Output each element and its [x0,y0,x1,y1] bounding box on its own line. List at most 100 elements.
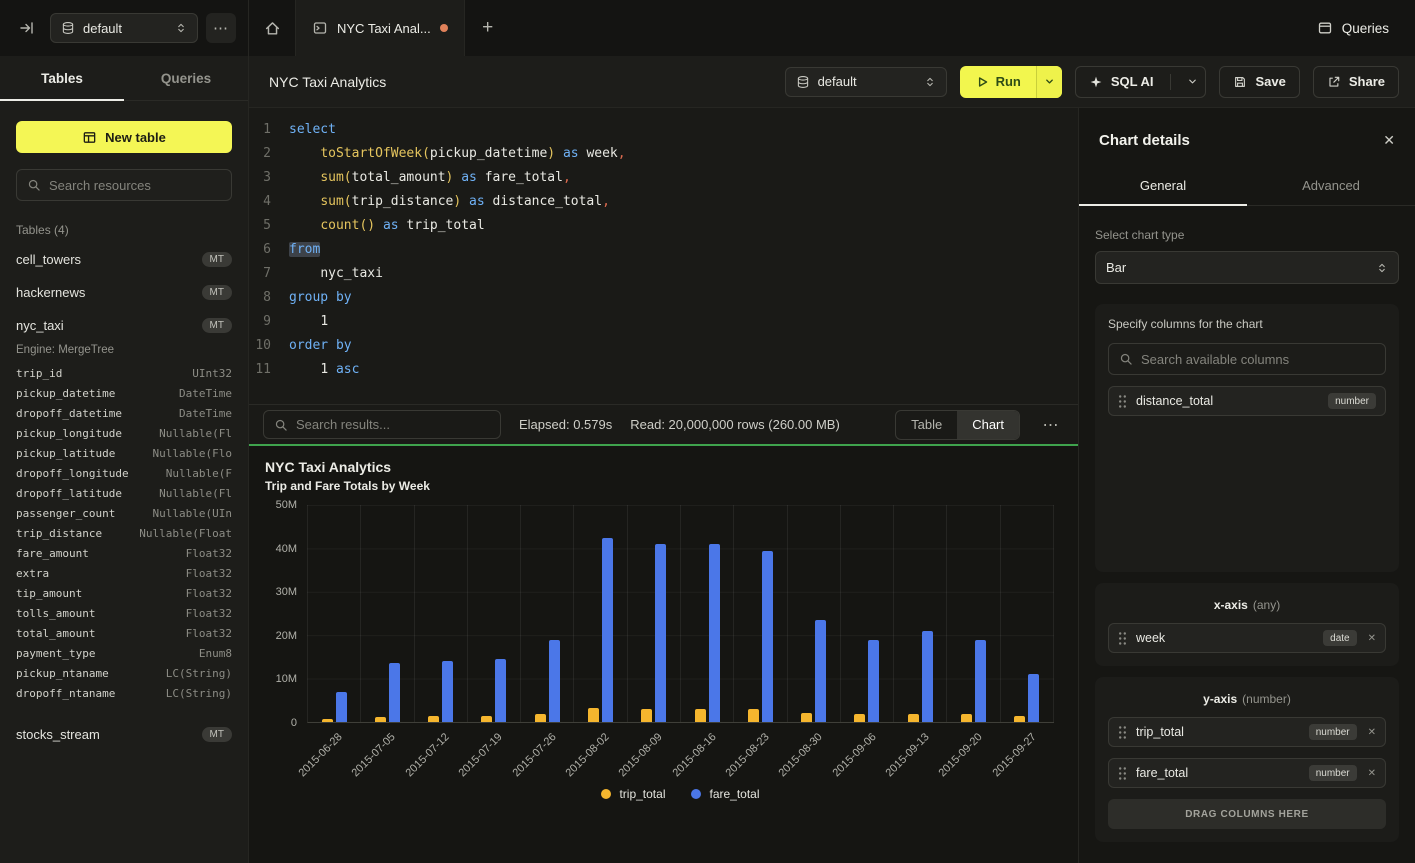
bar-trip_total[interactable] [535,714,546,722]
table-column[interactable]: tip_amountFloat32 [16,584,232,604]
table-column[interactable]: passenger_countNullable(UIn [16,504,232,524]
table-column[interactable]: dropoff_datetimeDateTime [16,404,232,424]
view-table-button[interactable]: Table [896,411,957,439]
database-selector[interactable]: default [50,13,198,43]
chart-body: 010M20M30M40M50M 2015-06-282015-07-05201… [265,505,1054,801]
table-column[interactable]: dropoff_longitudeNullable(F [16,464,232,484]
more-options-button[interactable]: ⋯ [206,13,236,43]
sql-ai-options-button[interactable] [1179,67,1205,97]
table-row-cell_towers[interactable]: cell_towersMT [16,243,232,276]
remove-column-icon[interactable]: ✕ [1368,727,1376,738]
engine-badge: MT [202,727,232,742]
bar-fare_total[interactable] [709,544,720,722]
x-axis-label: 2015-08-16 [670,731,718,779]
table-column[interactable]: pickup_latitudeNullable(Flo [16,444,232,464]
run-options-button[interactable] [1036,66,1062,98]
sql-ai-button[interactable]: SQL AI [1076,67,1163,97]
table-row-hackernews[interactable]: hackernewsMT [16,276,232,309]
new-table-button[interactable]: New table [16,121,232,153]
drop-zone[interactable]: DRAG COLUMNS HERE [1108,799,1386,829]
tab-general[interactable]: General [1079,167,1247,206]
legend-item-trip_total[interactable]: trip_total [601,787,665,801]
table-column[interactable]: fare_amountFloat32 [16,544,232,564]
legend-item-fare_total[interactable]: fare_total [691,787,759,801]
home-button[interactable] [249,0,295,56]
drag-handle-icon[interactable] [1118,725,1127,740]
table-column[interactable]: trip_idUInt32 [16,364,232,384]
table-row-stocks_stream[interactable]: stocks_streamMT [16,718,232,751]
bar-trip_total[interactable] [375,717,386,722]
tab-queries[interactable]: Queries [124,56,248,101]
bar-fare_total[interactable] [1028,674,1039,722]
bar-fare_total[interactable] [495,659,506,722]
bar-trip_total[interactable] [322,719,333,722]
y-axis-chip-fare_total[interactable]: fare_totalnumber✕ [1108,758,1386,788]
table-column[interactable]: payment_typeEnum8 [16,644,232,664]
bar-trip_total[interactable] [481,716,492,722]
bar-trip_total[interactable] [1014,716,1025,722]
table-column[interactable]: trip_distanceNullable(Float [16,524,232,544]
remove-column-icon[interactable]: ✕ [1368,633,1376,644]
bar-fare_total[interactable] [975,640,986,722]
bar-trip_total[interactable] [695,709,706,722]
bar-fare_total[interactable] [549,640,560,722]
queries-button[interactable]: Queries [1317,20,1389,36]
bar-fare_total[interactable] [602,538,613,722]
bar-trip_total[interactable] [641,709,652,722]
view-toggle: Table Chart [895,410,1020,440]
run-button[interactable]: Run [960,66,1036,98]
database-selector-toolbar[interactable]: default [785,67,947,97]
table-column[interactable]: dropoff_latitudeNullable(Fl [16,484,232,504]
bar-fare_total[interactable] [762,551,773,722]
table-column[interactable]: dropoff_ntanameLC(String) [16,684,232,704]
bar-fare_total[interactable] [655,544,666,722]
x-axis-chip-week[interactable]: weekdate✕ [1108,623,1386,653]
results-more-button[interactable]: ⋯ [1038,410,1064,440]
table-column[interactable]: total_amountFloat32 [16,624,232,644]
save-button[interactable]: Save [1219,66,1299,98]
bar-trip_total[interactable] [428,716,439,722]
bar-trip_total[interactable] [801,713,812,722]
collapse-sidebar-button[interactable] [12,13,42,43]
bar-trip_total[interactable] [908,714,919,722]
y-axis-label: 40M [276,543,297,555]
bar-trip_total[interactable] [588,708,599,722]
bar-trip_total[interactable] [854,714,865,722]
drag-handle-icon[interactable] [1118,631,1127,646]
sql-editor[interactable]: 1select2 toStartOfWeek(pickup_datetime) … [249,108,1078,404]
bar-trip_total[interactable] [961,714,972,722]
bar-fare_total[interactable] [336,692,347,722]
table-column[interactable]: pickup_datetimeDateTime [16,384,232,404]
table-row-nyc_taxi[interactable]: nyc_taxiMT [16,309,232,342]
query-tab[interactable]: NYC Taxi Anal... [295,0,465,56]
search-columns-input[interactable] [1141,352,1375,367]
table-column[interactable]: pickup_ntanameLC(String) [16,664,232,684]
bar-fare_total[interactable] [868,640,879,722]
bar-fare_total[interactable] [389,663,400,722]
table-column[interactable]: tolls_amountFloat32 [16,604,232,624]
search-results-input[interactable] [296,417,490,432]
view-chart-button[interactable]: Chart [957,411,1019,439]
bar-fare_total[interactable] [815,620,826,722]
line-number: 3 [249,166,289,190]
top-bar: default ⋯ NYC Taxi Anal... + [0,0,1415,56]
drag-handle-icon[interactable] [1118,394,1127,409]
table-column[interactable]: pickup_longitudeNullable(Fl [16,424,232,444]
x-axis-label: 2015-09-20 [937,731,985,779]
search-resources-input[interactable] [49,178,221,193]
bar-fare_total[interactable] [442,661,453,722]
chart-type-select[interactable]: Bar [1095,251,1399,284]
available-chip-distance_total[interactable]: distance_totalnumber [1108,386,1386,416]
new-tab-button[interactable]: + [465,0,511,56]
remove-column-icon[interactable]: ✕ [1368,768,1376,779]
tab-advanced[interactable]: Advanced [1247,167,1415,206]
close-panel-button[interactable]: ✕ [1383,132,1395,149]
table-column[interactable]: extraFloat32 [16,564,232,584]
drag-handle-icon[interactable] [1118,766,1127,781]
bar-fare_total[interactable] [922,631,933,722]
bar-trip_total[interactable] [748,709,759,722]
tab-tables[interactable]: Tables [0,56,124,101]
y-axis: 010M20M30M40M50M [265,505,307,723]
y-axis-chip-trip_total[interactable]: trip_totalnumber✕ [1108,717,1386,747]
share-button[interactable]: Share [1313,66,1399,98]
